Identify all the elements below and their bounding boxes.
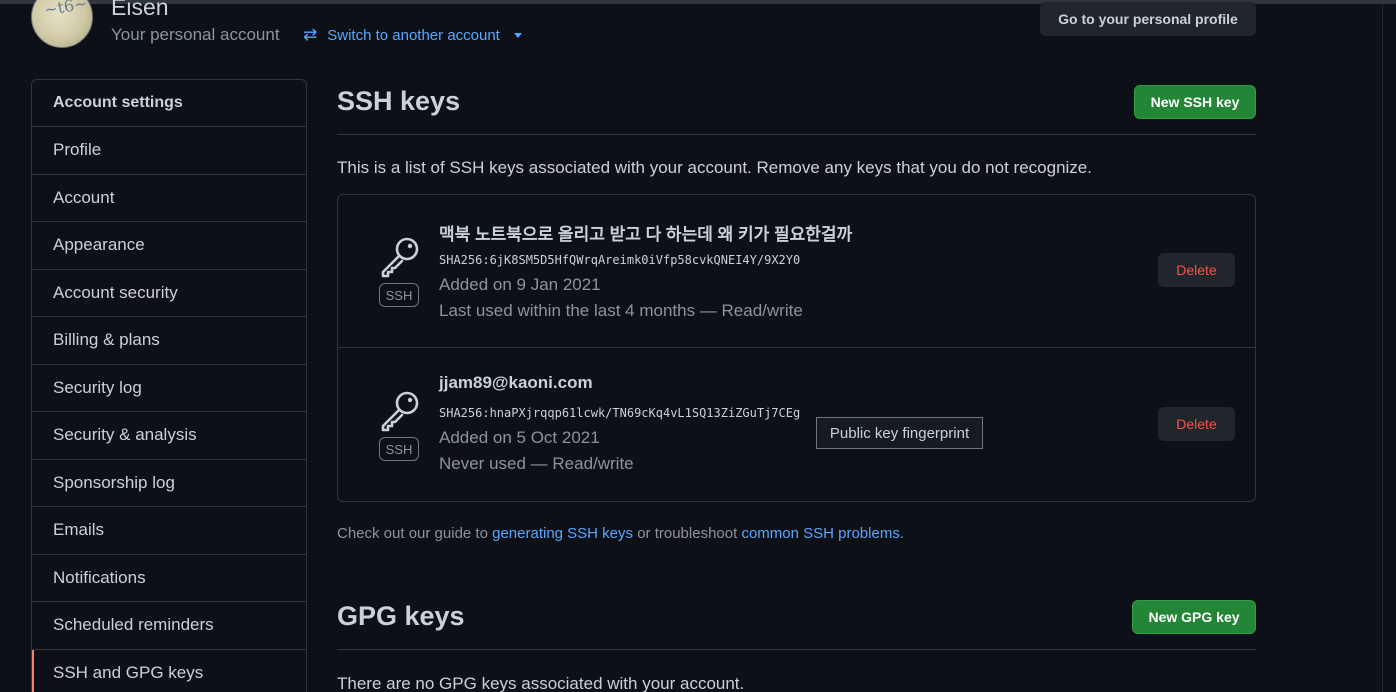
ssh-badge: SSH bbox=[379, 437, 419, 461]
account-label: Your personal account bbox=[111, 25, 280, 44]
sidebar-item-security-log[interactable]: Security log bbox=[32, 365, 306, 412]
new-ssh-key-button[interactable]: New SSH key bbox=[1134, 85, 1256, 119]
avatar[interactable]: ~t6~ bbox=[31, 0, 93, 48]
ssh-key-fingerprint: SHA256:6jK8SM5D5HfQWrqAreimk0iVfp58cvkQN… bbox=[439, 253, 801, 267]
switch-account-label: Switch to another account bbox=[327, 26, 500, 44]
no-gpg-keys-text: There are no GPG keys associated with yo… bbox=[337, 674, 745, 692]
ssh-key-row: SSH jjam89@kaoni.com SHA256:hnaPXjrqqp61… bbox=[338, 348, 1255, 501]
ssh-key-last-used: Last used within the last 4 months — Rea… bbox=[439, 301, 803, 320]
sidebar-item-notifications[interactable]: Notifications bbox=[32, 555, 306, 602]
fingerprint-tooltip: Public key fingerprint bbox=[816, 417, 983, 449]
generating-ssh-keys-link[interactable]: generating SSH keys bbox=[492, 525, 633, 542]
switch-arrows-icon: ⇄ bbox=[303, 25, 318, 44]
sidebar-item-appearance[interactable]: Appearance bbox=[32, 222, 306, 270]
delete-ssh-key-button[interactable]: Delete bbox=[1158, 407, 1235, 441]
sidebar-heading: Account settings bbox=[32, 80, 306, 127]
ssh-keys-list: SSH 맥북 노트북으로 올리고 받고 다 하는데 왜 키가 필요한걸까 SHA… bbox=[337, 194, 1256, 502]
ssh-divider bbox=[337, 134, 1256, 135]
sidebar-item-emails[interactable]: Emails bbox=[32, 507, 306, 555]
ssh-keys-title: SSH keys bbox=[337, 86, 461, 116]
personal-profile-button[interactable]: Go to your personal profile bbox=[1040, 2, 1256, 36]
sidebar-item-sponsorship-log[interactable]: Sponsorship log bbox=[32, 460, 306, 507]
sidebar-item-scheduled-reminders[interactable]: Scheduled reminders bbox=[32, 602, 306, 650]
gpg-keys-title: GPG keys bbox=[337, 601, 465, 631]
gpg-divider bbox=[337, 649, 1256, 650]
ssh-description: This is a list of SSH keys associated wi… bbox=[337, 158, 1092, 177]
ssh-key-title: jjam89@kaoni.com bbox=[439, 373, 593, 392]
sidebar-item-ssh-gpg-keys[interactable]: SSH and GPG keys bbox=[32, 649, 306, 692]
sidebar-item-account-security[interactable]: Account security bbox=[32, 270, 306, 317]
ssh-key-fingerprint[interactable]: SHA256:hnaPXjrqqp61lcwk/TN69cKq4vL1SQ13Z… bbox=[439, 406, 800, 420]
switch-account-link[interactable]: ⇄ Switch to another account bbox=[303, 25, 522, 45]
sidebar-item-profile[interactable]: Profile bbox=[32, 127, 306, 175]
sidebar-item-billing[interactable]: Billing & plans bbox=[32, 317, 306, 365]
new-gpg-key-button[interactable]: New GPG key bbox=[1132, 600, 1256, 634]
delete-ssh-key-button[interactable]: Delete bbox=[1158, 253, 1235, 287]
ssh-guide-text: Check out our guide to generating SSH ke… bbox=[337, 525, 904, 542]
ssh-badge: SSH bbox=[379, 283, 419, 307]
guide-middle: or troubleshoot bbox=[633, 525, 742, 542]
settings-sidebar: Account settings Profile Account Appeara… bbox=[31, 79, 307, 692]
username: Eisen bbox=[111, 0, 169, 20]
ssh-key-row: SSH 맥북 노트북으로 올리고 받고 다 하는데 왜 키가 필요한걸까 SHA… bbox=[338, 195, 1255, 348]
guide-prefix: Check out our guide to bbox=[337, 525, 493, 542]
key-icon bbox=[381, 237, 419, 278]
ssh-key-title: 맥북 노트북으로 올리고 받고 다 하는데 왜 키가 필요한걸까 bbox=[439, 225, 853, 244]
guide-suffix: . bbox=[899, 525, 904, 542]
page-scrollbar[interactable] bbox=[1382, 4, 1396, 692]
key-icon bbox=[381, 391, 419, 432]
chevron-down-icon bbox=[513, 32, 522, 38]
sidebar-item-security-analysis[interactable]: Security & analysis bbox=[32, 412, 306, 460]
sidebar-item-account[interactable]: Account bbox=[32, 175, 306, 222]
ssh-key-added-date: Added on 5 Oct 2021 bbox=[439, 428, 600, 447]
ssh-key-last-used: Never used — Read/write bbox=[439, 454, 634, 473]
common-ssh-problems-link[interactable]: common SSH problems bbox=[741, 525, 899, 542]
ssh-key-added-date: Added on 9 Jan 2021 bbox=[439, 275, 601, 294]
